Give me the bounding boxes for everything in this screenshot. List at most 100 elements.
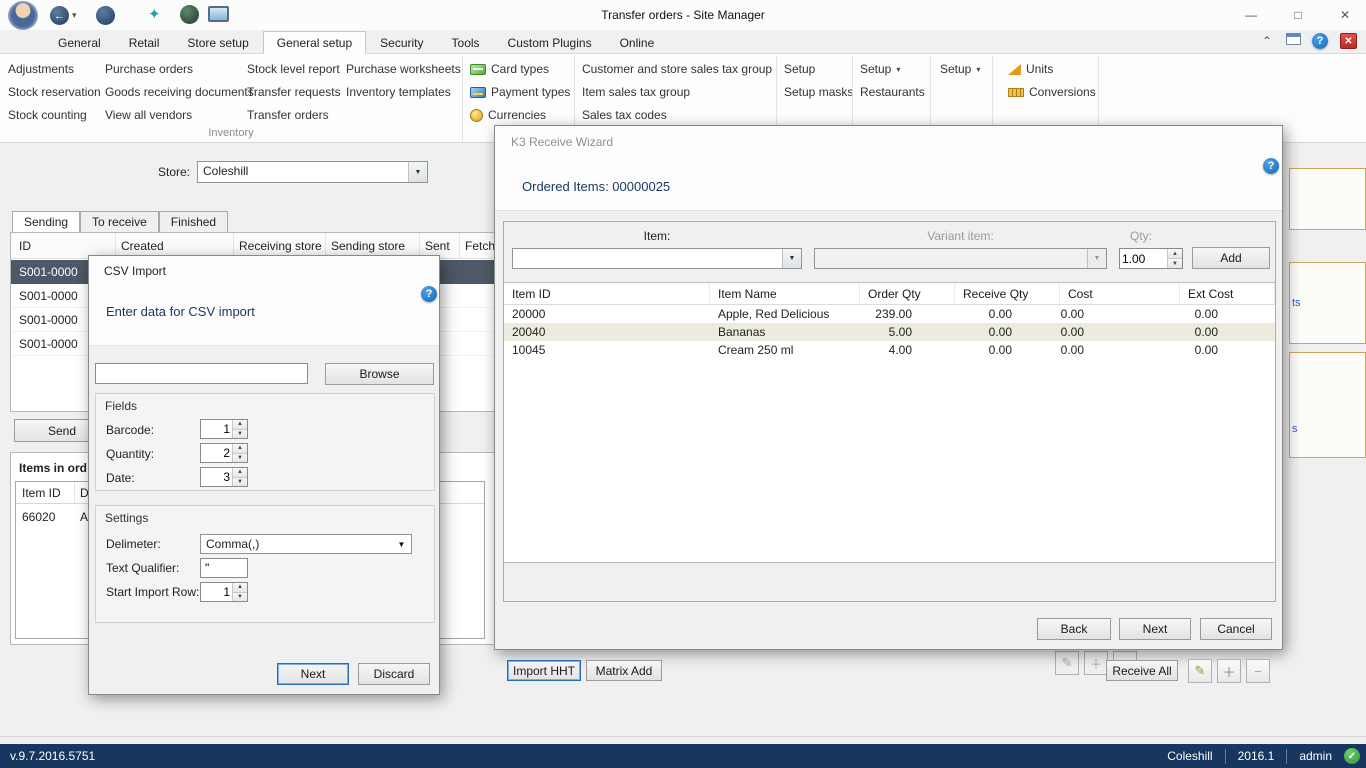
spin-up-icon[interactable]: ▲ [233,583,247,592]
csv-help-icon[interactable]: ? [421,286,437,302]
edit-button[interactable]: ✎ [1188,659,1212,683]
ribbon-item-setup[interactable]: Setup [784,58,853,81]
wizard-next-button[interactable]: Next [1119,618,1191,640]
add-line-button[interactable]: ＋ [1217,659,1241,683]
windows-button[interactable] [1286,33,1301,45]
wizard-back-button[interactable]: Back [1037,618,1111,640]
date-spinner[interactable]: ▲▼ [200,467,248,487]
qty-input[interactable] [1120,249,1167,268]
ribbon-tab-retail[interactable]: Retail [115,31,174,54]
spin-up-icon[interactable]: ▲ [233,444,247,453]
start-import-row-spinner[interactable]: ▲▼ [200,582,248,602]
ribbon-tab-tools[interactable]: Tools [438,31,494,54]
spin-down-icon[interactable]: ▼ [233,477,247,487]
ribbon-tab-custom-plugins[interactable]: Custom Plugins [494,31,606,54]
remove-line-button[interactable]: − [1246,659,1270,683]
variant-item-select[interactable]: ▼ [814,248,1107,269]
wizard-help-icon[interactable]: ? [1263,158,1279,174]
store-select[interactable]: Coleshill ▼ [197,161,428,183]
barcode-spinner[interactable]: ▲▼ [200,419,248,439]
ribbon-item-currencies[interactable]: Currencies [470,104,570,127]
ribbon-tab-security[interactable]: Security [366,31,437,54]
quantity-spinner[interactable]: ▲▼ [200,443,248,463]
ribbon-item-setup-masks[interactable]: Setup masks [784,81,853,104]
spin-down-icon[interactable]: ▼ [233,453,247,463]
ribbon-tab-online[interactable]: Online [606,31,669,54]
maximize-button[interactable]: □ [1279,0,1317,30]
text-qualifier-input[interactable] [200,558,248,578]
tab-to-receive[interactable]: To receive [80,211,159,233]
date-input[interactable] [201,468,232,486]
dropdown-arrow-icon[interactable]: ▼ [392,535,411,553]
exit-button[interactable]: ✕ [1340,33,1357,49]
col-cost[interactable]: Cost [1060,283,1180,304]
receive-all-button[interactable]: Receive All [1106,660,1178,681]
ribbon-item-units[interactable]: Units [1008,58,1096,81]
spin-up-icon[interactable]: ▲ [1168,249,1182,258]
ribbon-item-transfer-requests[interactable]: Transfer requests [247,81,341,104]
ribbon-tab-general[interactable]: General [44,31,115,54]
items-row-description[interactable]: A [80,510,88,524]
csv-discard-button[interactable]: Discard [358,663,430,685]
ribbon-item-card-types[interactable]: Card types [470,58,570,81]
ordered-item-row-selected[interactable]: 20040 Bananas 5.00 0.00 0.00 0.00 [504,323,1275,341]
ribbon-item-setup-dropdown-2[interactable]: Setup▾ [940,58,980,81]
ribbon-item-purchase-worksheets[interactable]: Purchase worksheets [346,58,461,81]
col-item-name[interactable]: Item Name [710,283,860,304]
col-receive-qty[interactable]: Receive Qty [955,283,1060,304]
ribbon-item-setup-dropdown[interactable]: Setup▾ [860,58,925,81]
ribbon-item-payment-types[interactable]: Payment types [470,81,570,104]
spin-down-icon[interactable]: ▼ [233,592,247,602]
orders-header-fetch[interactable]: Fetch [465,239,495,253]
csv-next-button[interactable]: Next [277,663,349,685]
spin-down-icon[interactable]: ▼ [1168,258,1182,268]
quantity-input[interactable] [201,444,232,462]
items-header-item-id[interactable]: Item ID [22,486,61,500]
orders-header-created[interactable]: Created [121,239,164,253]
ribbon-item-view-all-vendors[interactable]: View all vendors [105,104,254,127]
ribbon-collapse-button[interactable]: ⌃ [1258,33,1276,49]
browse-button[interactable]: Browse [325,363,434,385]
add-button-disabled[interactable]: ＋ [1084,651,1108,675]
add-button[interactable]: Add [1192,247,1270,269]
ribbon-item-purchase-orders[interactable]: Purchase orders [105,58,254,81]
ordered-item-row[interactable]: 10045 Cream 250 ml 4.00 0.00 0.00 0.00 [504,341,1275,359]
wizard-cancel-button[interactable]: Cancel [1200,618,1272,640]
ribbon-item-stock-counting[interactable]: Stock counting [8,104,101,127]
ribbon-item-customer-store-sales-tax-group[interactable]: Customer and store sales tax group [582,58,772,81]
ribbon-item-restaurants[interactable]: Restaurants [860,81,925,104]
ribbon-item-adjustments[interactable]: Adjustments [8,58,101,81]
ribbon-tab-general-setup[interactable]: General setup [263,31,366,54]
minimize-button[interactable]: — [1232,0,1270,30]
import-hht-button[interactable]: Import HHT [507,660,581,681]
spin-down-icon[interactable]: ▼ [233,429,247,439]
partial-link[interactable]: s [1292,423,1298,435]
orders-header-id[interactable]: ID [19,239,31,253]
ribbon-item-transfer-orders[interactable]: Transfer orders [247,104,341,127]
csv-file-input[interactable] [95,363,308,384]
col-item-id[interactable]: Item ID [504,283,710,304]
tab-finished[interactable]: Finished [159,211,228,233]
barcode-input[interactable] [201,420,232,438]
ordered-item-row[interactable]: 20000 Apple, Red Delicious 239.00 0.00 0… [504,305,1275,323]
col-ext-cost[interactable]: Ext Cost [1180,283,1275,304]
orders-header-receiving-store[interactable]: Receiving store [239,239,322,253]
ribbon-item-inventory-templates[interactable]: Inventory templates [346,81,461,104]
col-order-qty[interactable]: Order Qty [860,283,955,304]
orders-header-sent[interactable]: Sent [425,239,450,253]
ribbon-item-item-sales-tax-group[interactable]: Item sales tax group [582,81,772,104]
start-import-row-input[interactable] [201,583,232,601]
item-select[interactable]: ▼ [512,248,802,269]
partial-link[interactable]: ts [1292,297,1301,309]
qty-spinner[interactable]: ▲▼ [1119,248,1183,269]
matrix-add-button[interactable]: Matrix Add [586,660,662,681]
spin-up-icon[interactable]: ▲ [233,420,247,429]
orders-header-sending-store[interactable]: Sending store [331,239,405,253]
tab-sending[interactable]: Sending [12,211,80,234]
store-dropdown-arrow-icon[interactable]: ▼ [408,162,427,182]
spin-up-icon[interactable]: ▲ [233,468,247,477]
ribbon-item-conversions[interactable]: Conversions [1008,81,1096,104]
ribbon-item-stock-reservation[interactable]: Stock reservation [8,81,101,104]
ribbon-item-sales-tax-codes[interactable]: Sales tax codes [582,104,772,127]
delimiter-select[interactable]: Comma(,) ▼ [200,534,412,554]
